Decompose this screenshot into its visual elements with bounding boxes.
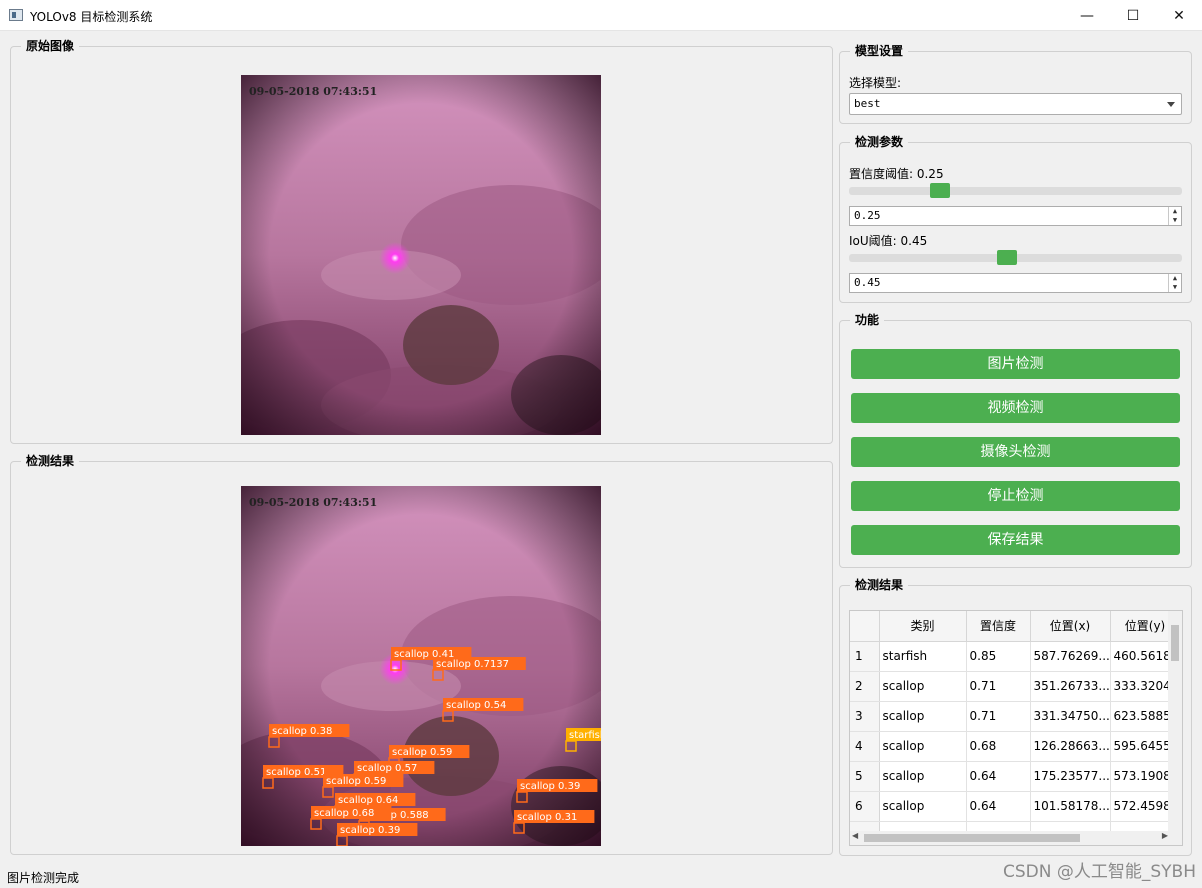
cell-confidence: 0.85 <box>966 641 1031 672</box>
cell-class: scallop <box>879 671 967 702</box>
model-select-value: best <box>854 97 881 110</box>
iou-spinbox[interactable]: 0.45 ▲ ▼ <box>849 273 1182 293</box>
cell-class: scallop <box>879 761 967 792</box>
svg-text:starfish: starfish <box>569 730 601 741</box>
svg-text:scallop 0.39: scallop 0.39 <box>520 781 580 792</box>
table-corner[interactable] <box>850 611 880 642</box>
horizontal-scrollbar[interactable]: ◀ ▶ <box>850 831 1182 845</box>
cell-class: scallop <box>879 731 967 762</box>
table-row[interactable]: 4 scallop 0.68 126.28663... 595.64550 <box>850 731 1181 762</box>
status-bar-text: 图片检测完成 <box>7 871 80 885</box>
camera-detect-button[interactable]: 摄像头检测 <box>851 437 1180 467</box>
result-image-title: 检测结果 <box>21 453 80 469</box>
row-number: 1 <box>850 641 880 672</box>
maximize-button[interactable]: ☐ <box>1110 0 1156 31</box>
svg-text:scallop 0.54: scallop 0.54 <box>446 700 506 711</box>
result-timestamp: 09-05-2018 07:43:51 <box>249 496 377 509</box>
original-timestamp: 09-05-2018 07:43:51 <box>249 85 377 98</box>
table-row[interactable]: 2 scallop 0.71 351.26733... 333.32040 <box>850 671 1181 702</box>
cell-confidence: 0.71 <box>966 671 1031 702</box>
original-image-title: 原始图像 <box>21 38 80 54</box>
conf-slider-track[interactable] <box>849 187 1182 195</box>
cell-class: scallop <box>879 791 967 822</box>
column-header-x[interactable]: 位置(x) <box>1030 611 1111 642</box>
svg-text:scallop 0.31: scallop 0.31 <box>517 812 577 823</box>
cell-x: 175.23577... <box>1030 761 1111 792</box>
stop-detect-button[interactable]: 停止检测 <box>851 481 1180 511</box>
chevron-down-icon <box>1167 102 1175 107</box>
table-row[interactable]: 3 scallop 0.71 331.34750... 623.58850 <box>850 701 1181 732</box>
spin-up-icon[interactable]: ▲ <box>1168 207 1181 216</box>
table-row[interactable]: 5 scallop 0.64 175.23577... 573.19085 <box>850 761 1181 792</box>
svg-text:scallop 0.59: scallop 0.59 <box>326 776 386 787</box>
table-row[interactable]: 1 starfish 0.85 587.76269... 460.56182 <box>850 641 1181 672</box>
close-button[interactable]: ✕ <box>1156 0 1202 31</box>
column-header-confidence[interactable]: 置信度 <box>966 611 1031 642</box>
model-select-label: 选择模型: <box>849 76 902 90</box>
video-detect-button[interactable]: 视频检测 <box>851 393 1180 423</box>
detect-params-title: 检测参数 <box>850 134 909 150</box>
spin-down-icon[interactable]: ▼ <box>1168 216 1181 225</box>
table-row[interactable]: 6 scallop 0.64 101.58178... 572.45983 <box>850 791 1181 822</box>
svg-text:scallop 0.59: scallop 0.59 <box>392 747 452 758</box>
row-number: 6 <box>850 791 880 822</box>
cell-x: 331.34750... <box>1030 701 1111 732</box>
functions-title: 功能 <box>850 312 885 328</box>
svg-text:scallop 0.68: scallop 0.68 <box>314 808 374 819</box>
original-image: 09-05-2018 07:43:51 <box>241 75 601 435</box>
window-title: YOLOv8 目标检测系统 <box>30 10 153 24</box>
vertical-scroll-thumb[interactable] <box>1171 625 1179 661</box>
iou-slider-handle[interactable] <box>997 250 1017 265</box>
image-detect-button[interactable]: 图片检测 <box>851 349 1180 379</box>
svg-text:scallop 0.39: scallop 0.39 <box>340 825 400 836</box>
app-icon <box>9 9 23 21</box>
scroll-right-icon[interactable]: ▶ <box>1162 831 1168 840</box>
spin-down-icon[interactable]: ▼ <box>1168 283 1181 292</box>
row-number: 4 <box>850 731 880 762</box>
minimize-button[interactable]: — <box>1064 0 1110 31</box>
svg-text:scallop 0.64: scallop 0.64 <box>338 795 398 806</box>
column-header-class[interactable]: 类别 <box>879 611 967 642</box>
scroll-left-icon[interactable]: ◀ <box>852 831 858 840</box>
conf-spinbox[interactable]: 0.25 ▲ ▼ <box>849 206 1182 226</box>
model-select[interactable]: best <box>849 93 1182 115</box>
conf-spinbox-value: 0.25 <box>854 209 881 222</box>
result-image-group: 检测结果 09-05-2018 07:43:51 scallop 0.41 sc… <box>10 453 833 855</box>
results-table[interactable]: 类别 置信度 位置(x) 位置(y) 1 starfish 0.85 587.7… <box>849 610 1183 846</box>
cell-confidence: 0.68 <box>966 731 1031 762</box>
cell-x: 587.76269... <box>1030 641 1111 672</box>
horizontal-scroll-thumb[interactable] <box>864 834 1080 842</box>
row-number: 3 <box>850 701 880 732</box>
row-number: 5 <box>850 761 880 792</box>
svg-text:scallop 0.38: scallop 0.38 <box>272 726 332 737</box>
iou-threshold-label: IoU阈值: 0.45 <box>849 234 928 248</box>
svg-text:scallop 0.7137: scallop 0.7137 <box>436 659 509 670</box>
cell-confidence: 0.64 <box>966 761 1031 792</box>
svg-text:scallop 0.57: scallop 0.57 <box>357 763 417 774</box>
row-number: 2 <box>850 671 880 702</box>
model-settings-title: 模型设置 <box>850 43 909 59</box>
conf-threshold-label: 置信度阈值: 0.25 <box>849 167 944 181</box>
title-bar: YOLOv8 目标检测系统 — ☐ ✕ <box>0 0 1202 31</box>
cell-x: 101.58178... <box>1030 791 1111 822</box>
cell-class: starfish <box>879 641 967 672</box>
watermark: CSDN @人工智能_SYBH <box>1003 862 1196 882</box>
svg-text:scallop 0.51: scallop 0.51 <box>266 767 326 778</box>
cell-class: scallop <box>879 701 967 732</box>
vertical-scrollbar[interactable] <box>1168 611 1182 831</box>
iou-spinbox-value: 0.45 <box>854 276 881 289</box>
conf-slider-handle[interactable] <box>930 183 950 198</box>
cell-confidence: 0.64 <box>966 791 1031 822</box>
result-image: 09-05-2018 07:43:51 scallop 0.41 scallop … <box>241 486 601 846</box>
save-results-button[interactable]: 保存结果 <box>851 525 1180 555</box>
table-header-row: 类别 置信度 位置(x) 位置(y) <box>850 611 1181 642</box>
spin-up-icon[interactable]: ▲ <box>1168 274 1181 283</box>
cell-x: 126.28663... <box>1030 731 1111 762</box>
results-table-title: 检测结果 <box>850 577 909 593</box>
original-image-group: 原始图像 09-05-2018 07:43:51 <box>10 38 833 444</box>
cell-x: 351.26733... <box>1030 671 1111 702</box>
cell-confidence: 0.71 <box>966 701 1031 732</box>
